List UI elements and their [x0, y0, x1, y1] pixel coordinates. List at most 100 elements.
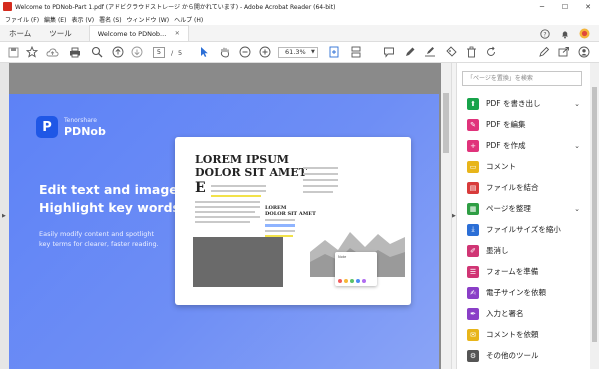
tab-document[interactable]: Welcome to PDNob... ✕ — [88, 25, 189, 41]
document-scrollbar-thumb[interactable] — [443, 93, 449, 153]
minimize-button[interactable]: ─ — [532, 0, 552, 13]
menu-bar: ファイル (F) 編集 (E) 表示 (V) 署名 (S) ウィンドウ (W) … — [0, 13, 599, 25]
pdnob-logo: P — [36, 116, 58, 138]
tool-fill-sign[interactable]: ✒ 入力と署名 — [457, 303, 592, 324]
window-title: Welcome to PDNob-Part 1.pdf (アドビクラウドストレー… — [15, 4, 336, 11]
create-pdf-icon: + — [467, 139, 479, 152]
window-title-bar: Welcome to PDNob-Part 1.pdf (アドビクラウドストレー… — [0, 0, 599, 13]
scroll-mode-icon[interactable] — [349, 45, 363, 59]
tool-export-pdf[interactable]: ⬆ PDF を書き出し ⌄ — [457, 93, 592, 114]
zoom-dropdown-chevron-icon[interactable]: ▼ — [311, 49, 315, 55]
stamp-icon[interactable] — [444, 45, 458, 59]
tool-request-comments[interactable]: ✉ コメントを依頼 — [457, 324, 592, 345]
tool-organize-pages[interactable]: ▦ ページを整理 ⌄ — [457, 198, 592, 219]
mock-dropcap: E — [195, 180, 206, 196]
menu-view[interactable]: 表示 (V) — [71, 15, 94, 24]
main-toolbar: 5 / 5 61.3% ▼ — [0, 42, 599, 63]
help-icon[interactable]: ? — [540, 25, 550, 42]
sub-line-1: Easily modify content and spotlight — [39, 230, 155, 238]
tool-combine-files[interactable]: ▤ ファイルを結合 — [457, 177, 592, 198]
export-pdf-icon: ⬆ — [467, 97, 479, 110]
hand-tool-icon[interactable] — [218, 45, 232, 59]
edit-pdf-icon: ✎ — [467, 118, 479, 131]
hero-line-2: Highlight key words — [39, 200, 180, 215]
select-cursor-icon[interactable] — [197, 45, 211, 59]
tool-request-esign[interactable]: ✍ 電子サインを依頼 — [457, 282, 592, 303]
tools-panel-scrollbar-thumb[interactable] — [592, 87, 597, 342]
add-user-icon[interactable] — [577, 45, 591, 59]
save-icon[interactable] — [6, 45, 20, 59]
delete-icon[interactable] — [464, 45, 478, 59]
maximize-button[interactable]: ☐ — [555, 0, 575, 13]
menu-window[interactable]: ウィンドウ (W) — [127, 15, 170, 24]
search-icon[interactable] — [90, 45, 104, 59]
tools-panel-scrollbar[interactable] — [590, 63, 599, 369]
left-panel-collapse-handle[interactable]: ▶ — [0, 63, 9, 369]
total-pages: 5 — [178, 49, 183, 57]
brand-company: Tenorshare — [64, 117, 97, 124]
print-icon[interactable] — [68, 45, 82, 59]
close-window-button[interactable]: ✕ — [578, 0, 598, 13]
menu-edit[interactable]: 編集 (E) — [44, 15, 66, 24]
tool-comment[interactable]: ▭ コメント — [457, 156, 592, 177]
upload-cloud-icon[interactable] — [45, 45, 59, 59]
menu-help[interactable]: ヘルプ (H) — [174, 15, 203, 24]
tool-edit-pdf[interactable]: ✎ PDF を編集 — [457, 114, 592, 135]
pen-icon[interactable] — [403, 45, 417, 59]
tool-create-pdf[interactable]: + PDF を作成 ⌄ — [457, 135, 592, 156]
comment-tool-icon: ▭ — [467, 160, 479, 173]
mock-heading-2: DOLOR SIT AMET — [195, 166, 307, 179]
page-fit-icon[interactable] — [327, 45, 341, 59]
mock-heading-1: LOREM IPSUM — [195, 153, 289, 166]
chevron-down-icon[interactable]: ⌄ — [574, 205, 580, 213]
tab-bar: ホーム ツール Welcome to PDNob... ✕ ? — [0, 25, 599, 42]
prepare-form-icon: ☰ — [467, 265, 479, 278]
document-tab-label: Welcome to PDNob... — [97, 29, 167, 38]
combine-files-icon: ▤ — [467, 181, 479, 194]
next-page-icon[interactable] — [130, 45, 144, 59]
redact-icon: ✐ — [467, 244, 479, 257]
fill-sign-icon: ✒ — [467, 307, 479, 320]
more-tools-icon: ⚙ — [467, 349, 479, 362]
request-esign-icon: ✍ — [467, 286, 479, 299]
tool-search-input[interactable]: 「ページを置換」を検索 — [462, 71, 582, 86]
page-separator: / — [171, 49, 174, 57]
chevron-down-icon[interactable]: ⌄ — [574, 142, 580, 150]
account-avatar-icon[interactable] — [579, 25, 590, 42]
tool-redact[interactable]: ✐ 墨消し — [457, 240, 592, 261]
tab-home[interactable]: ホーム — [0, 25, 40, 41]
comment-icon[interactable] — [382, 45, 396, 59]
tool-compress[interactable]: ⤓ ファイルサイズを縮小 — [457, 219, 592, 240]
sub-line-2: key terms for clearer, faster reading. — [39, 240, 159, 248]
document-scrollbar[interactable] — [441, 63, 451, 369]
rotate-icon[interactable] — [484, 45, 498, 59]
hero-line-1: Edit text and image — [39, 182, 178, 197]
protect-sign-icon[interactable] — [537, 45, 551, 59]
acrobat-app-icon — [3, 2, 12, 11]
svg-text:?: ? — [543, 31, 546, 38]
expand-left-panel-icon[interactable]: ▶ — [2, 213, 6, 219]
bell-icon[interactable] — [560, 25, 570, 42]
tools-panel: 「ページを置換」を検索 ⬆ PDF を書き出し ⌄ ✎ PDF を編集 + PD… — [456, 63, 599, 369]
tab-tools[interactable]: ツール — [40, 25, 81, 41]
close-tab-icon[interactable]: ✕ — [175, 30, 180, 37]
zoom-in-icon[interactable] — [258, 45, 272, 59]
sign-icon[interactable] — [423, 45, 437, 59]
request-comments-icon: ✉ — [467, 328, 479, 341]
menu-sign[interactable]: 署名 (S) — [99, 15, 121, 24]
editor-mockup: LOREM IPSUM DOLOR SIT AMET E LOREM DOLOR… — [175, 137, 411, 305]
star-icon[interactable] — [25, 45, 39, 59]
chevron-down-icon[interactable]: ⌄ — [574, 100, 580, 108]
annotation-card: Note — [335, 252, 377, 286]
mock-right-heading-2: DOLOR SIT AMET — [265, 211, 316, 217]
share-icon[interactable] — [557, 45, 571, 59]
tool-prepare-form[interactable]: ☰ フォームを準備 — [457, 261, 592, 282]
menu-file[interactable]: ファイル (F) — [5, 15, 39, 24]
page-number-input[interactable]: 5 — [153, 47, 165, 58]
tool-more-tools[interactable]: ⚙ その他のツール — [457, 345, 592, 366]
previous-page-icon[interactable] — [111, 45, 125, 59]
pdf-page: P Tenorshare PDNob Edit text and image H… — [9, 94, 439, 369]
zoom-out-icon[interactable] — [238, 45, 252, 59]
compress-icon: ⤓ — [467, 223, 479, 236]
organize-pages-icon: ▦ — [467, 202, 479, 215]
